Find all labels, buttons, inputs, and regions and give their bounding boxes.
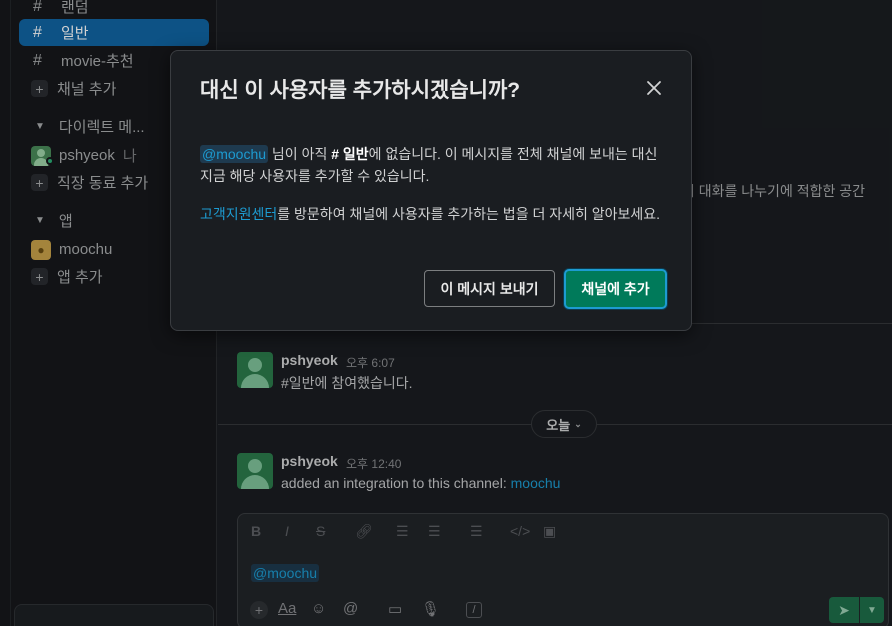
add-to-channel-button[interactable]: 채널에 추가: [564, 269, 667, 309]
channel-name: # 일반: [331, 146, 369, 162]
dialog-text: 를 방문하여 채널에 사용자를 추가하는 법을 더 자세히 알아보세요.: [277, 206, 661, 222]
dialog-text: 님이 아직: [268, 146, 332, 162]
add-user-dialog: 대신 이 사용자를 추가하시겠습니까? @moochu 님이 아직 # 일반에 …: [170, 50, 692, 331]
close-button[interactable]: [641, 75, 667, 101]
send-message-button[interactable]: 이 메시지 보내기: [424, 270, 555, 307]
help-center-link[interactable]: 고객지원센터: [200, 206, 277, 222]
dialog-help-text: 고객지원센터를 방문하여 채널에 사용자를 추가하는 법을 더 자세히 알아보세…: [200, 203, 666, 225]
user-mention[interactable]: @moochu: [200, 145, 269, 163]
close-icon: [647, 81, 661, 95]
dialog-title: 대신 이 사용자를 추가하시겠습니까?: [200, 79, 521, 102]
dialog-message: @moochu 님이 아직 # 일반에 없습니다. 이 메시지를 전체 채널에 …: [200, 143, 666, 187]
